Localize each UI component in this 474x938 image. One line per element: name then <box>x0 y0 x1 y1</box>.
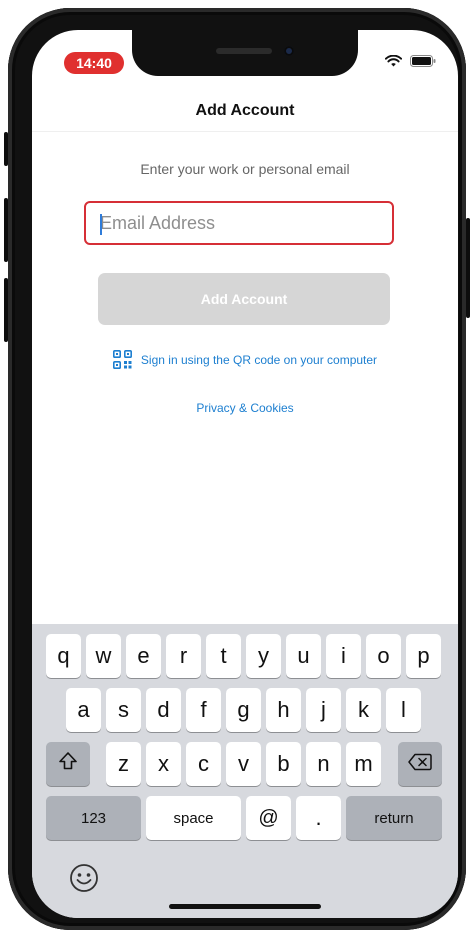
key-l[interactable]: l <box>386 688 421 732</box>
return-key[interactable]: return <box>346 796 442 840</box>
qr-signin-label: Sign in using the QR code on your comput… <box>140 352 378 367</box>
email-instructions: Enter your work or personal email <box>140 161 350 177</box>
dot-key[interactable]: . <box>296 796 341 840</box>
emoji-icon <box>68 864 100 898</box>
battery-icon <box>410 55 436 67</box>
key-j[interactable]: j <box>306 688 341 732</box>
key-e[interactable]: e <box>126 634 161 678</box>
key-o[interactable]: o <box>366 634 401 678</box>
key-f[interactable]: f <box>186 688 221 732</box>
text-caret <box>100 214 102 235</box>
key-m[interactable]: m <box>346 742 381 786</box>
keyboard: q w e r t y u i o p a s d f g h j k l z … <box>32 624 458 918</box>
key-u[interactable]: u <box>286 634 321 678</box>
wifi-icon <box>385 55 402 67</box>
at-key[interactable]: @ <box>246 796 291 840</box>
emoji-button[interactable] <box>68 862 100 894</box>
shift-icon <box>58 751 78 777</box>
camera <box>284 46 294 56</box>
delete-icon <box>408 751 432 777</box>
key-y[interactable]: y <box>246 634 281 678</box>
space-key[interactable]: space <box>146 796 241 840</box>
delete-key[interactable] <box>398 742 442 786</box>
nav-divider <box>32 131 458 132</box>
key-k[interactable]: k <box>346 688 381 732</box>
key-h[interactable]: h <box>266 688 301 732</box>
key-d[interactable]: d <box>146 688 181 732</box>
home-indicator[interactable] <box>169 904 321 909</box>
key-z[interactable]: z <box>106 742 141 786</box>
power-button <box>466 218 470 318</box>
qr-signin-link[interactable]: Sign in using the QR code on your comput… <box>32 350 458 369</box>
key-a[interactable]: a <box>66 688 101 732</box>
add-account-button[interactable]: Add Account <box>98 273 390 325</box>
notch <box>132 30 358 76</box>
key-x[interactable]: x <box>146 742 181 786</box>
key-i[interactable]: i <box>326 634 361 678</box>
email-field[interactable] <box>84 201 394 245</box>
volume-down-button <box>4 278 8 342</box>
key-p[interactable]: p <box>406 634 441 678</box>
key-v[interactable]: v <box>226 742 261 786</box>
page-title: Add Account <box>195 102 295 119</box>
speaker <box>216 48 272 54</box>
key-g[interactable]: g <box>226 688 261 732</box>
key-c[interactable]: c <box>186 742 221 786</box>
phone-frame: 14:40 Add Account Enter your work or per… <box>4 8 470 930</box>
key-r[interactable]: r <box>166 634 201 678</box>
volume-up-button <box>4 198 8 262</box>
key-t[interactable]: t <box>206 634 241 678</box>
key-b[interactable]: b <box>266 742 301 786</box>
qr-code-icon <box>112 350 132 369</box>
email-input[interactable] <box>100 203 380 243</box>
key-q[interactable]: q <box>46 634 81 678</box>
shift-key[interactable] <box>46 742 90 786</box>
key-w[interactable]: w <box>86 634 121 678</box>
key-s[interactable]: s <box>106 688 141 732</box>
privacy-cookies-link[interactable]: Privacy & Cookies <box>32 401 458 415</box>
screen: 14:40 Add Account Enter your work or per… <box>32 30 458 918</box>
silent-switch <box>4 132 8 166</box>
key-n[interactable]: n <box>306 742 341 786</box>
status-icons <box>385 55 436 67</box>
status-time: 14:40 <box>64 52 124 74</box>
numbers-key[interactable]: 123 <box>46 796 141 840</box>
